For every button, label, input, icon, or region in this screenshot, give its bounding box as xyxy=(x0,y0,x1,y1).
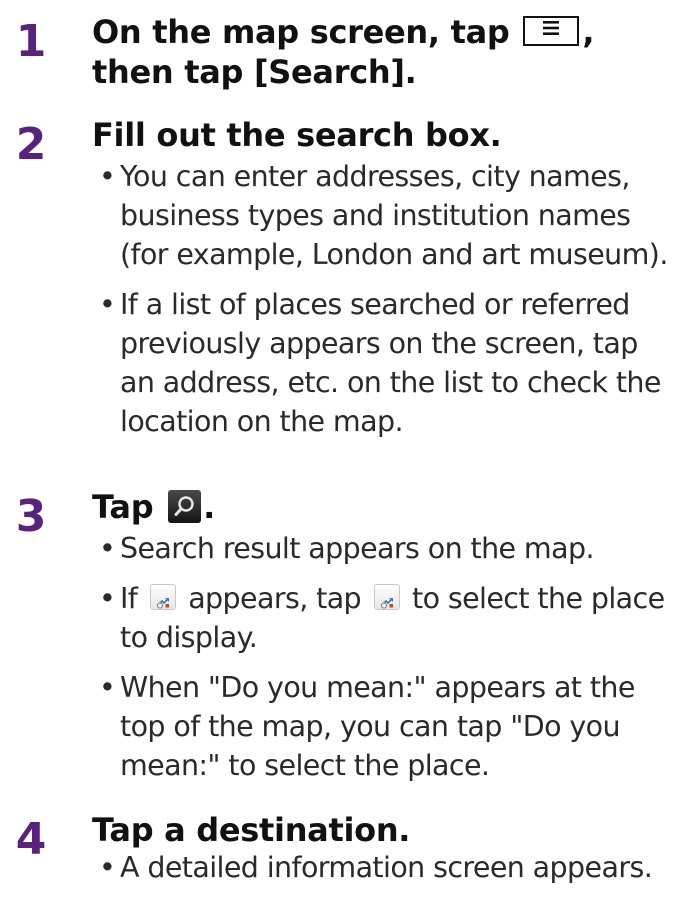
bullet-list: Search result appears on the map. If app… xyxy=(99,529,672,796)
step-number: 4 xyxy=(15,814,47,865)
bullet-item: When "Do you mean:" appears at the top o… xyxy=(99,668,672,785)
step-heading: Fill out the search box. xyxy=(92,116,502,154)
bullet-text: appears, tap xyxy=(188,582,362,615)
place-list-icon xyxy=(373,584,400,610)
place-list-icon xyxy=(149,584,176,610)
heading-text: On the map screen, tap xyxy=(92,13,510,51)
heading-text: Tap xyxy=(92,488,154,526)
step-heading: Tap a destination. xyxy=(92,811,411,849)
heading-text: . xyxy=(203,488,216,526)
bullet-list: A detailed information screen appears. xyxy=(99,848,672,898)
step-number: 3 xyxy=(15,491,47,542)
step-heading: Tap . xyxy=(92,487,670,527)
bullet-list: You can enter addresses, city names, bus… xyxy=(99,157,672,452)
step-number: 2 xyxy=(15,119,47,170)
bullet-text: If xyxy=(120,582,138,615)
bullet-item: If a list of places searched or referred… xyxy=(99,285,672,441)
step-heading: On the map screen, tap , then tap [Searc… xyxy=(92,12,670,92)
bullet-item: Search result appears on the map. xyxy=(99,529,672,568)
bullet-item: If appears, tap to select the place xyxy=(99,579,672,657)
step-number: 1 xyxy=(15,16,47,67)
bullet-item: You can enter addresses, city names, bus… xyxy=(99,157,672,274)
search-icon xyxy=(168,489,202,523)
bullet-item: A detailed information screen appears. xyxy=(99,848,672,887)
menu-icon xyxy=(523,16,580,46)
